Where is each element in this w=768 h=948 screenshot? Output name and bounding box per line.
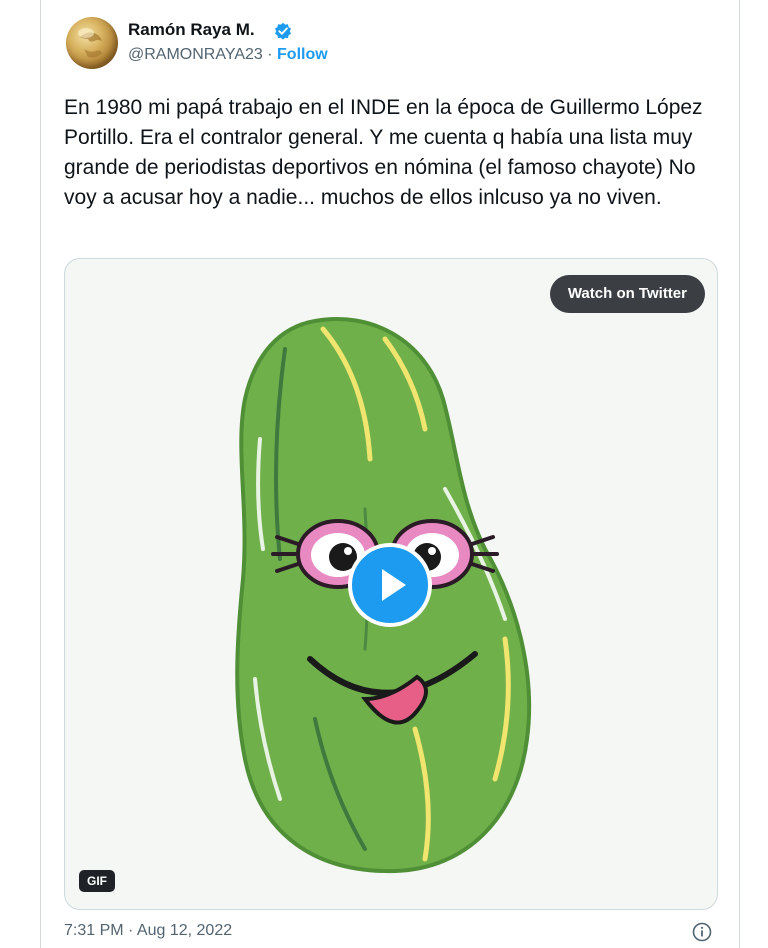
avatar[interactable]	[66, 17, 118, 69]
info-icon[interactable]	[692, 922, 712, 942]
separator: ·	[267, 46, 273, 63]
verified-badge-icon	[275, 22, 291, 40]
tweet-text: En 1980 mi papá trabajo en el INDE en la…	[64, 96, 703, 209]
handle-row: @RAMONRAYA23 · Follow	[128, 46, 328, 64]
gif-badge: GIF	[79, 870, 115, 892]
follow-button[interactable]: Follow	[277, 46, 328, 63]
tweet-timestamp[interactable]: 7:31 PM · Aug 12, 2022	[64, 922, 232, 940]
play-icon[interactable]	[348, 543, 432, 627]
tweet-media[interactable]: Watch on Twitter GIF	[64, 258, 718, 910]
author-name[interactable]: Ramón Raya M.	[128, 20, 255, 40]
globe-trophy-icon	[78, 28, 102, 58]
author-handle[interactable]: @RAMONRAYA23	[128, 46, 263, 63]
watch-on-twitter-button[interactable]: Watch on Twitter	[549, 275, 705, 313]
